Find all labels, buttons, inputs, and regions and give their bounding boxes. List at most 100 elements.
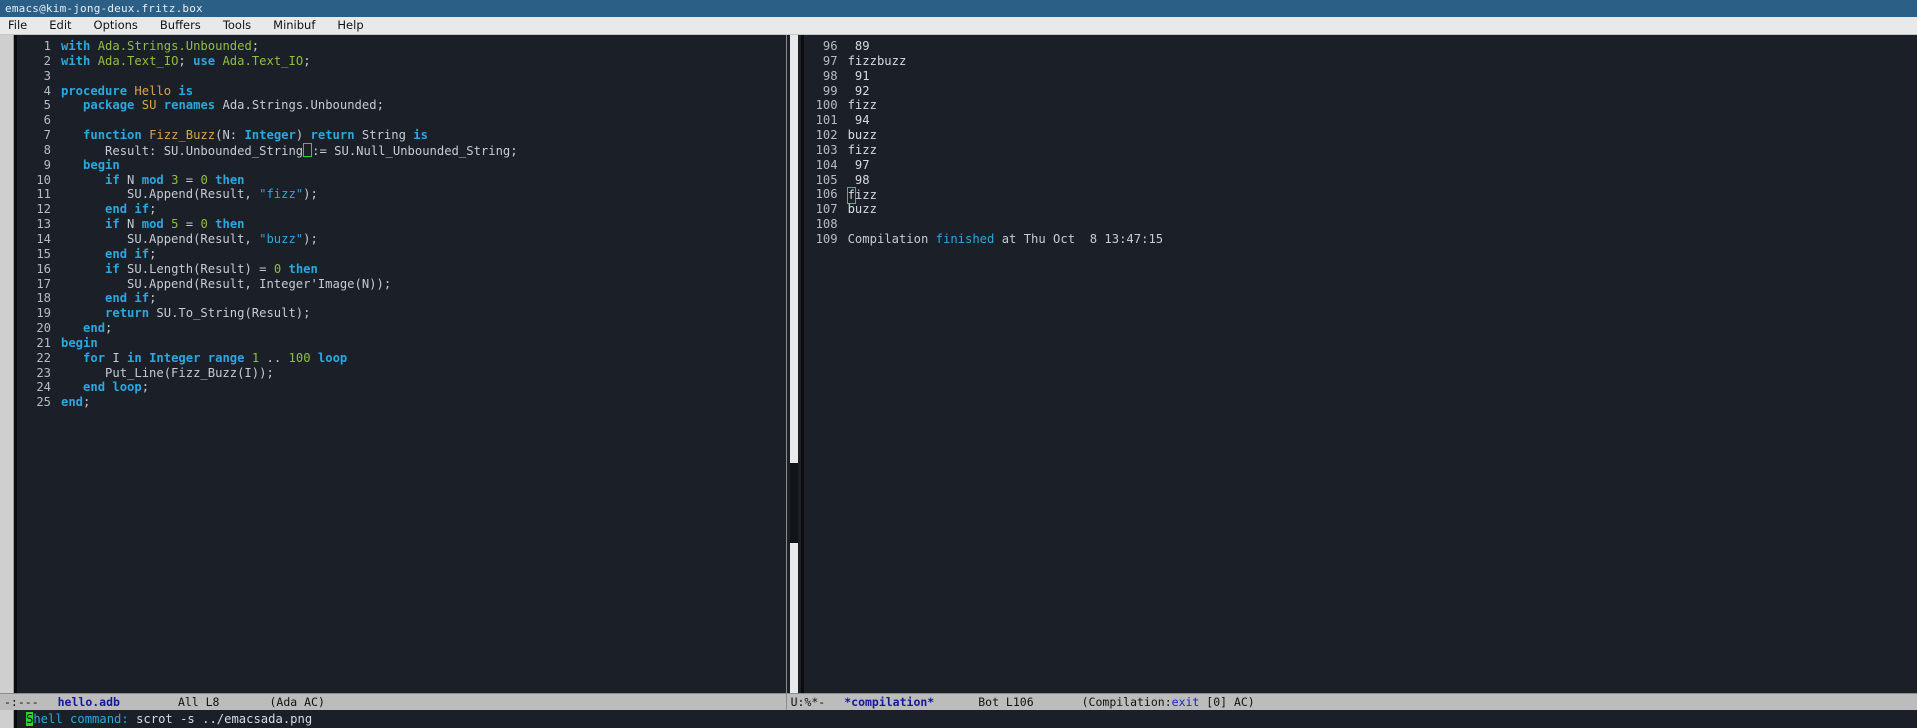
source-line-content[interactable]: end; bbox=[51, 321, 112, 336]
menu-item-minibuf[interactable]: Minibuf bbox=[262, 17, 326, 34]
source-line-content[interactable]: begin bbox=[51, 158, 120, 173]
source-line-content[interactable]: Result: SU.Unbounded_String:= SU.Null_Un… bbox=[51, 142, 518, 158]
source-line[interactable]: 17 SU.Append(Result, Integer'Image(N)); bbox=[17, 277, 786, 292]
source-line-content[interactable]: if SU.Length(Result) = 0 then bbox=[51, 262, 318, 277]
source-line-content[interactable]: end if; bbox=[51, 291, 156, 306]
source-line[interactable]: 6 bbox=[17, 113, 786, 128]
source-line-content[interactable]: end; bbox=[51, 395, 90, 410]
source-line[interactable]: 10 if N mod 3 = 0 then bbox=[17, 173, 786, 188]
compilation-line[interactable]: 100 fizz bbox=[804, 98, 1917, 113]
compilation-line-content[interactable]: Compilation finished at Thu Oct 8 13:47:… bbox=[838, 232, 1164, 247]
source-line[interactable]: 4 procedure Hello is bbox=[17, 84, 786, 99]
source-line[interactable]: 14 SU.Append(Result, "buzz"); bbox=[17, 232, 786, 247]
source-line[interactable]: 1 with Ada.Strings.Unbounded; bbox=[17, 39, 786, 54]
compilation-line-content[interactable]: 89 bbox=[838, 39, 870, 54]
compilation-mode-exit-link[interactable]: exit bbox=[1172, 694, 1200, 710]
compilation-line-content[interactable]: 98 bbox=[838, 173, 870, 188]
compilation-mode-line[interactable]: U:%*- *compilation* Bot L106 (Compilatio… bbox=[786, 693, 1917, 710]
minibuffer[interactable]: Shell command: scrot -s ../emacsada.png bbox=[0, 710, 1917, 728]
compilation-line[interactable]: 98 91 bbox=[804, 69, 1917, 84]
source-line-content[interactable]: end if; bbox=[51, 202, 156, 217]
compilation-line[interactable]: 108 bbox=[804, 217, 1917, 232]
compilation-scrollbar-thumb[interactable] bbox=[789, 463, 798, 543]
compilation-line[interactable]: 101 94 bbox=[804, 113, 1917, 128]
source-line-content[interactable]: begin bbox=[51, 336, 98, 351]
source-line-content[interactable] bbox=[51, 69, 61, 84]
compilation-line[interactable]: 96 89 bbox=[804, 39, 1917, 54]
compilation-line-content[interactable]: buzz bbox=[838, 202, 877, 217]
menu-item-buffers[interactable]: Buffers bbox=[149, 17, 212, 34]
source-line-content[interactable]: with Ada.Strings.Unbounded; bbox=[51, 39, 259, 54]
source-line[interactable]: 22 for I in Integer range 1 .. 100 loop bbox=[17, 351, 786, 366]
minibuffer-input-value[interactable]: scrot -s ../emacsada.png bbox=[129, 712, 312, 726]
source-line[interactable]: 7 function Fizz_Buzz(N: Integer) return … bbox=[17, 128, 786, 143]
source-line-content[interactable]: if N mod 5 = 0 then bbox=[51, 217, 244, 232]
source-line[interactable]: 15 end if; bbox=[17, 247, 786, 262]
compilation-line-content[interactable]: buzz bbox=[838, 128, 877, 143]
source-scrollbar[interactable] bbox=[0, 35, 14, 693]
compilation-line[interactable]: 102 buzz bbox=[804, 128, 1917, 143]
source-line-content[interactable]: package SU renames Ada.Strings.Unbounded… bbox=[51, 98, 384, 113]
source-line[interactable]: 5 package SU renames Ada.Strings.Unbound… bbox=[17, 98, 786, 113]
source-line[interactable]: 24 end loop; bbox=[17, 380, 786, 395]
compilation-output-text[interactable]: 96 89 97 fizzbuzz 98 91 99 92 100 fizz 101 94 10… bbox=[804, 35, 1917, 693]
compilation-line-content[interactable]: 97 bbox=[838, 158, 870, 173]
compilation-line[interactable]: 99 92 bbox=[804, 84, 1917, 99]
source-line-content[interactable]: SU.Append(Result, "buzz"); bbox=[51, 232, 318, 247]
compilation-scrollbar-track[interactable] bbox=[789, 35, 798, 693]
compilation-line-content[interactable] bbox=[838, 217, 848, 232]
source-line[interactable]: 3 bbox=[17, 69, 786, 84]
source-line[interactable]: 8 Result: SU.Unbounded_String:= SU.Null_… bbox=[17, 142, 786, 158]
source-line-content[interactable]: end if; bbox=[51, 247, 156, 262]
source-line-content[interactable]: procedure Hello is bbox=[51, 84, 193, 99]
menu-item-edit[interactable]: Edit bbox=[38, 17, 82, 34]
source-line[interactable]: 18 end if; bbox=[17, 291, 786, 306]
menu-item-help[interactable]: Help bbox=[326, 17, 374, 34]
compilation-line-content[interactable]: 92 bbox=[838, 84, 870, 99]
code-token: = bbox=[178, 172, 201, 187]
source-line-content[interactable]: SU.Append(Result, Integer'Image(N)); bbox=[51, 277, 391, 292]
compilation-line[interactable]: 97 fizzbuzz bbox=[804, 54, 1917, 69]
source-line-content[interactable]: SU.Append(Result, "fizz"); bbox=[51, 187, 318, 202]
compilation-line[interactable]: 104 97 bbox=[804, 158, 1917, 173]
source-line-content[interactable] bbox=[51, 113, 61, 128]
menu-item-file[interactable]: File bbox=[0, 17, 38, 34]
compilation-line-content[interactable]: 91 bbox=[838, 69, 870, 84]
source-line-content[interactable]: function Fizz_Buzz(N: Integer) return St… bbox=[51, 128, 428, 143]
source-mode-line[interactable]: -:--- hello.adb All L8 (Ada AC) bbox=[0, 693, 786, 710]
source-line-content[interactable]: for I in Integer range 1 .. 100 loop bbox=[51, 351, 347, 366]
compilation-line-content[interactable]: fizzbuzz bbox=[838, 54, 907, 69]
compilation-scrollbar[interactable] bbox=[786, 35, 801, 693]
source-line-content[interactable]: end loop; bbox=[51, 380, 149, 395]
minibuffer-content[interactable]: Shell command: scrot -s ../emacsada.png bbox=[17, 710, 312, 728]
source-line[interactable]: 25 end; bbox=[17, 395, 786, 410]
source-line[interactable]: 23 Put_Line(Fizz_Buzz(I)); bbox=[17, 366, 786, 381]
source-line[interactable]: 12 end if; bbox=[17, 202, 786, 217]
source-line[interactable]: 19 return SU.To_String(Result); bbox=[17, 306, 786, 321]
compilation-line[interactable]: 109 Compilation finished at Thu Oct 8 13:… bbox=[804, 232, 1917, 247]
source-line[interactable]: 21 begin bbox=[17, 336, 786, 351]
source-code-text[interactable]: 1 with Ada.Strings.Unbounded; 2 with Ada.Te… bbox=[17, 35, 786, 693]
source-scrollbar-thumb[interactable] bbox=[0, 35, 13, 693]
source-line[interactable]: 11 SU.Append(Result, "fizz"); bbox=[17, 187, 786, 202]
source-line[interactable]: 9 begin bbox=[17, 158, 786, 173]
source-line-content[interactable]: Put_Line(Fizz_Buzz(I)); bbox=[51, 366, 274, 381]
source-line[interactable]: 13 if N mod 5 = 0 then bbox=[17, 217, 786, 232]
compilation-line-content[interactable]: 94 bbox=[838, 113, 870, 128]
compilation-line-content[interactable]: fizz bbox=[838, 187, 877, 205]
source-line-content[interactable]: with Ada.Text_IO; use Ada.Text_IO; bbox=[51, 54, 311, 69]
compilation-line[interactable]: 107 buzz bbox=[804, 202, 1917, 217]
compilation-line-content[interactable]: fizz bbox=[838, 98, 877, 113]
source-line-content[interactable]: return SU.To_String(Result); bbox=[51, 306, 310, 321]
menu-item-options[interactable]: Options bbox=[83, 17, 149, 34]
source-line[interactable]: 16 if SU.Length(Result) = 0 then bbox=[17, 262, 786, 277]
source-line-content[interactable]: if N mod 3 = 0 then bbox=[51, 172, 244, 188]
compilation-line[interactable]: 103 fizz bbox=[804, 143, 1917, 158]
compilation-line-content[interactable]: fizz bbox=[838, 143, 877, 158]
source-line[interactable]: 20 end; bbox=[17, 321, 786, 336]
source-line[interactable]: 2 with Ada.Text_IO; use Ada.Text_IO; bbox=[17, 54, 786, 69]
compilation-line[interactable]: 105 98 bbox=[804, 173, 1917, 188]
menu-item-tools[interactable]: Tools bbox=[212, 17, 262, 34]
compilation-line[interactable]: 106 fizz bbox=[804, 187, 1917, 205]
